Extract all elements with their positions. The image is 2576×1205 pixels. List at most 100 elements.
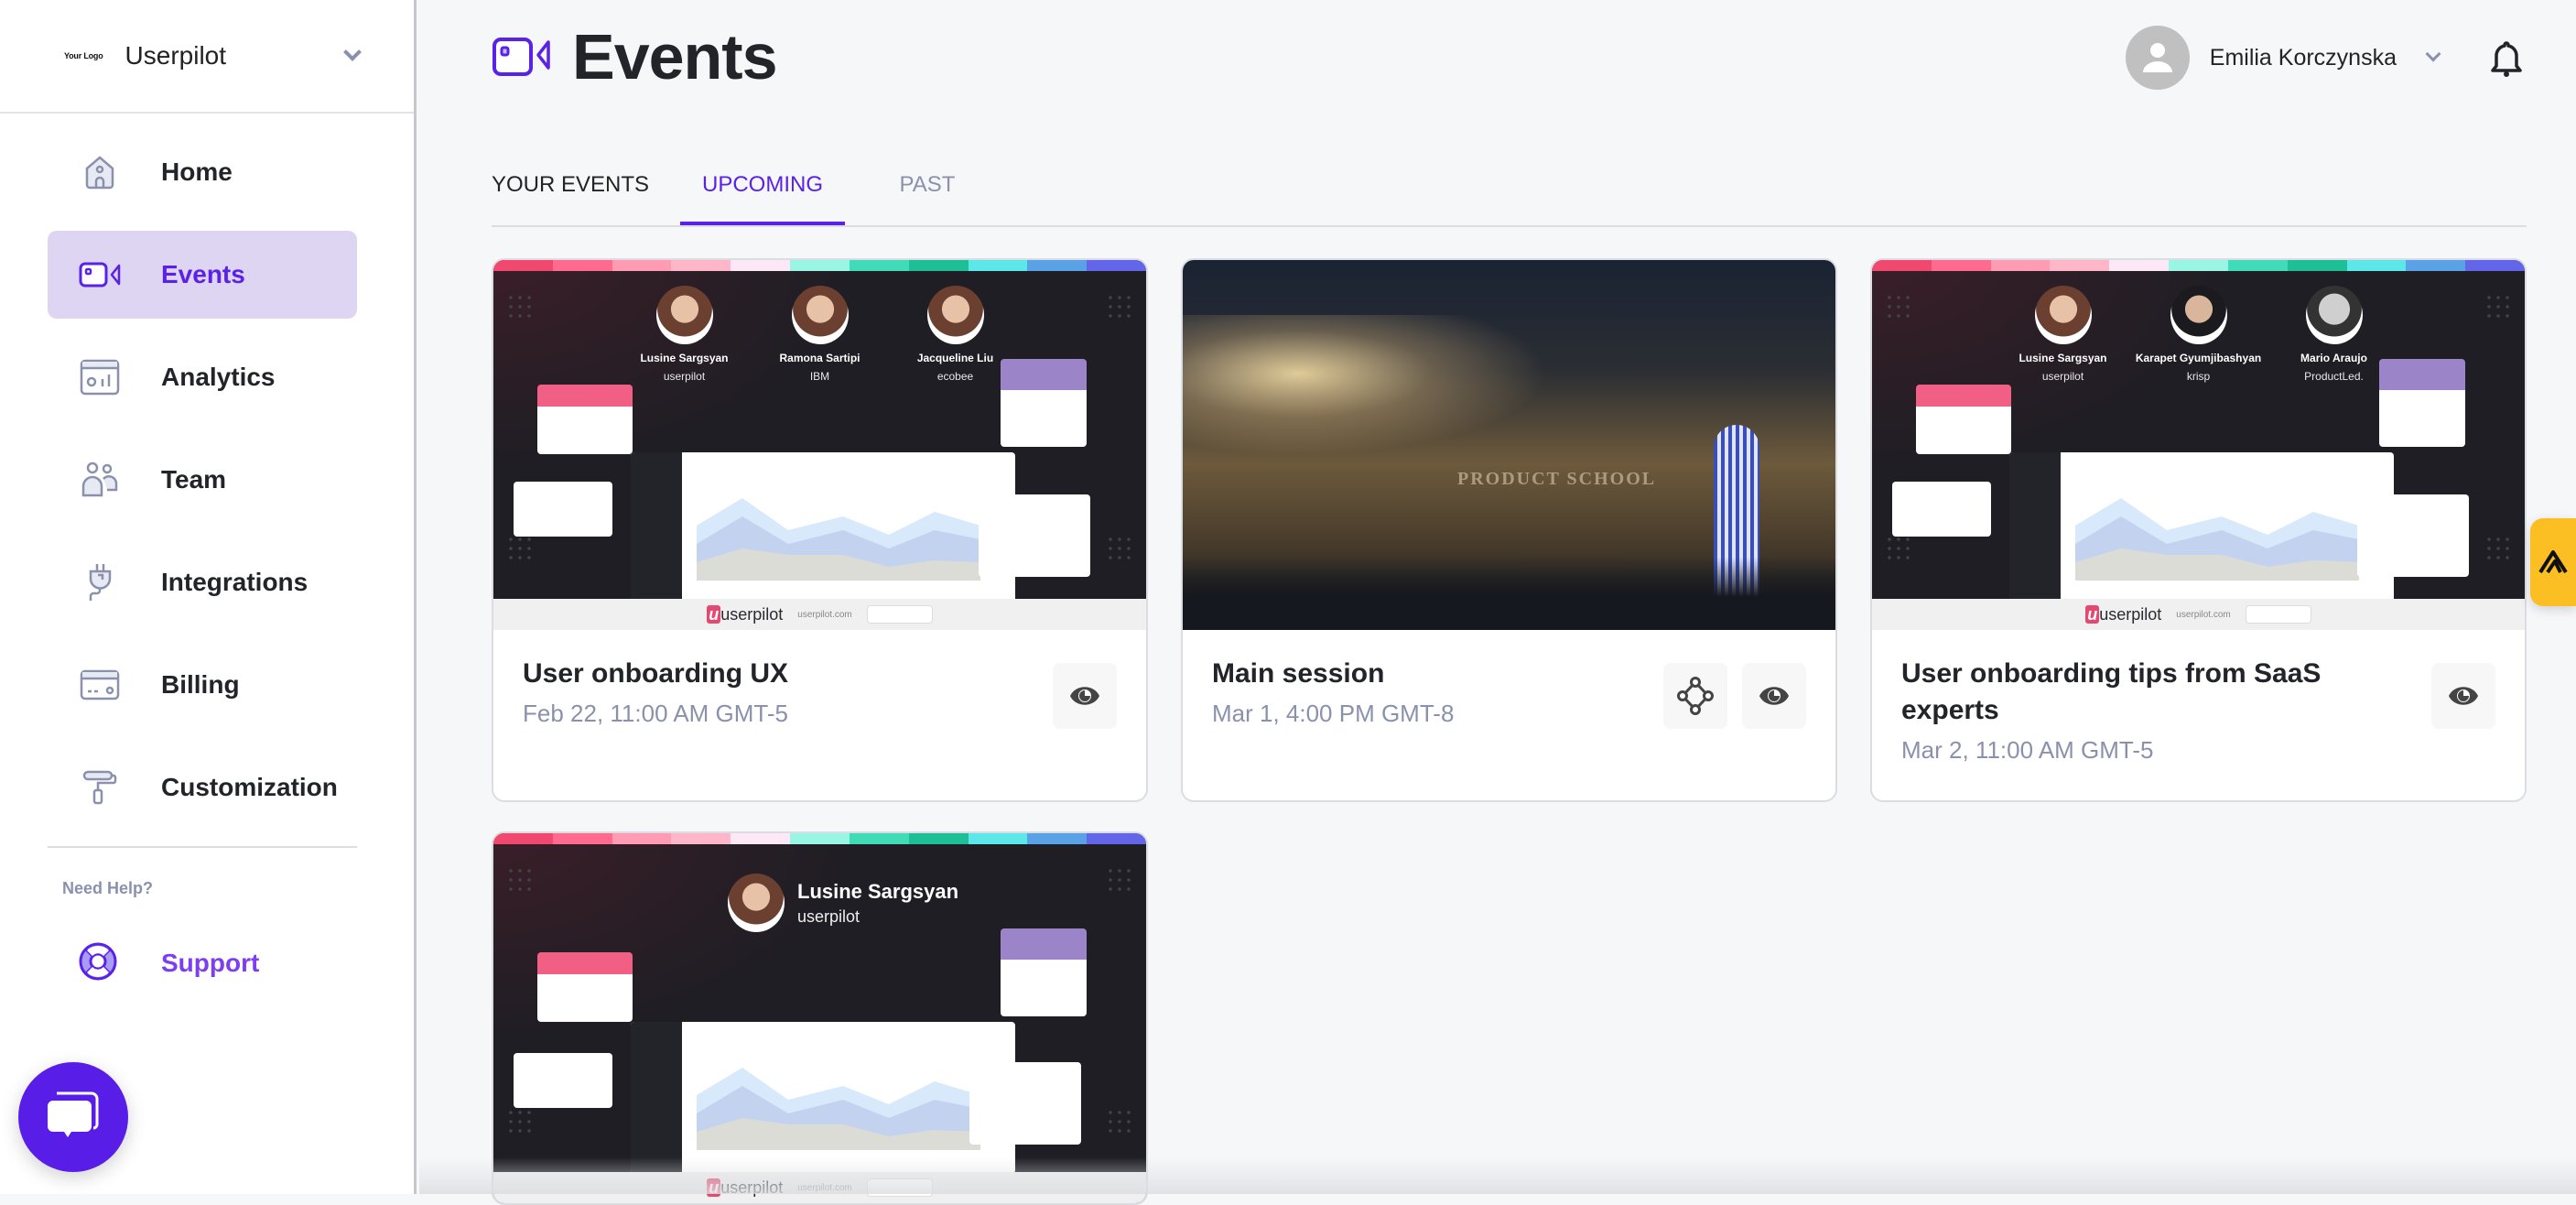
stripe-segment <box>2169 260 2228 271</box>
sidebar-item-customization[interactable]: Customization <box>48 744 357 831</box>
credit-card-icon <box>79 664 121 706</box>
photo-wall-text: PRODUCT SCHOOL <box>1457 469 1656 490</box>
speaker: Lusine Sargsyanuserpilot <box>639 286 731 383</box>
chevron-down-icon[interactable] <box>343 43 362 61</box>
stripe-segment <box>2465 260 2525 271</box>
speaker: Jacqueline Liuecobee <box>910 286 1001 383</box>
stripe-segment <box>1932 260 1991 271</box>
stripe-segment <box>1872 260 1932 271</box>
notifications-bell-icon[interactable] <box>2490 40 2523 83</box>
networking-button[interactable] <box>1663 663 1727 729</box>
network-icon <box>1677 677 1714 715</box>
sidebar-nav: Home Events Analytics Team Integrations <box>48 128 357 846</box>
stripe-segment <box>790 260 850 271</box>
stripe-segment <box>553 833 612 844</box>
event-card[interactable]: PRODUCT SCHOOL Main session Mar 1, 4:00 … <box>1181 258 1837 802</box>
chat-bubbles-icon <box>44 1090 103 1145</box>
eye-icon <box>2447 682 2480 710</box>
user-icon <box>2141 39 2174 76</box>
video-camera-icon <box>79 254 121 296</box>
event-photo: PRODUCT SCHOOL <box>1183 260 1835 630</box>
tab-past[interactable]: PAST <box>845 165 1010 227</box>
speaker: Lusine Sargsyan userpilot <box>728 874 958 932</box>
view-button[interactable] <box>2431 663 2495 729</box>
team-icon <box>79 459 121 501</box>
stripe-segment <box>909 833 969 844</box>
page-header: Events Emilia Korczynska <box>417 0 2576 119</box>
sidebar-item-label: Integrations <box>161 568 308 597</box>
sidebar: Your Logo Userpilot Home Events Analytic… <box>0 0 417 1194</box>
event-card[interactable]: Lusine Sargsyan userpilot uuserpilot use… <box>492 831 1148 1205</box>
support-label: Support <box>161 949 259 978</box>
analytics-icon <box>79 356 121 398</box>
sidebar-item-label: Events <box>161 260 245 289</box>
paint-roller-icon <box>79 766 121 809</box>
sidebar-item-home[interactable]: Home <box>48 128 357 216</box>
stripe-segment <box>909 260 969 271</box>
speaker: Karapet Gyumjibashyankrisp <box>2153 286 2245 383</box>
event-banner-image: Lusine Sargsyanuserpilot Ramona SartipiI… <box>493 260 1146 630</box>
stripe-segment <box>731 260 790 271</box>
sidebar-item-team[interactable]: Team <box>48 436 357 524</box>
stripe-segment <box>553 260 612 271</box>
banner-footer: uuserpilot userpilot.com <box>493 1172 1146 1203</box>
stripe-segment <box>850 833 909 844</box>
view-button[interactable] <box>1053 663 1117 729</box>
brand-mark-icon <box>2538 550 2568 574</box>
stripe-segment <box>969 833 1028 844</box>
event-card[interactable]: Lusine Sargsyanuserpilot Karapet Gyumjib… <box>1870 258 2527 802</box>
banner-footer: uuserpilot userpilot.com <box>1872 599 2525 630</box>
event-title: User onboarding tips from SaaS experts <box>1901 656 2396 729</box>
workspace-switcher[interactable]: Your Logo Userpilot <box>0 0 414 114</box>
chat-launcher-button[interactable] <box>18 1062 128 1172</box>
user-name: Emilia Korczynska <box>2210 45 2397 71</box>
tab-your-events[interactable]: YOUR EVENTS <box>492 165 680 227</box>
side-widget-tab[interactable] <box>2530 518 2576 606</box>
brand-logo: Your Logo <box>64 51 103 60</box>
sidebar-item-label: Billing <box>161 670 240 700</box>
user-menu[interactable]: Emilia Korczynska <box>2126 26 2439 90</box>
stripe-segment <box>2228 260 2288 271</box>
event-date: Feb 22, 11:00 AM GMT-5 <box>523 700 1117 728</box>
tab-upcoming[interactable]: UPCOMING <box>680 165 845 227</box>
home-icon <box>79 151 121 193</box>
sidebar-item-analytics[interactable]: Analytics <box>48 333 357 421</box>
stripe-segment <box>1087 833 1146 844</box>
stripe-segment <box>1027 260 1087 271</box>
color-stripe <box>493 833 1146 844</box>
event-title: Main session <box>1212 656 1706 692</box>
color-stripe <box>493 260 1146 271</box>
event-card[interactable]: Lusine Sargsyanuserpilot Ramona SartipiI… <box>492 258 1148 802</box>
event-tabs: YOUR EVENTS UPCOMING PAST <box>492 165 2527 227</box>
lifebuoy-icon <box>79 942 121 984</box>
chevron-down-icon[interactable] <box>2426 47 2441 62</box>
stripe-segment <box>671 260 731 271</box>
stripe-segment <box>671 833 731 844</box>
page-title: Events <box>492 20 777 93</box>
eye-icon <box>1758 682 1791 710</box>
stripe-segment <box>493 833 553 844</box>
event-banner-image: Lusine Sargsyan userpilot uuserpilot use… <box>493 833 1146 1203</box>
sidebar-item-events[interactable]: Events <box>48 231 357 319</box>
stripe-segment <box>2347 260 2407 271</box>
stripe-segment <box>493 260 553 271</box>
sidebar-item-integrations[interactable]: Integrations <box>48 538 357 626</box>
stripe-segment <box>1991 260 2051 271</box>
stripe-segment <box>2109 260 2169 271</box>
eye-icon <box>1068 682 1101 710</box>
need-help-label: Need Help? <box>62 879 153 898</box>
sidebar-item-support[interactable]: Support <box>48 919 357 1007</box>
sidebar-item-billing[interactable]: Billing <box>48 641 357 729</box>
sidebar-item-label: Analytics <box>161 363 276 392</box>
color-stripe <box>1872 260 2525 271</box>
plug-icon <box>79 561 121 603</box>
video-camera-icon <box>492 37 552 77</box>
avatar <box>2126 26 2190 90</box>
speaker: Mario AraujoProductLed. <box>2289 286 2380 383</box>
stripe-segment <box>969 260 1028 271</box>
stripe-segment <box>850 260 909 271</box>
banner-footer: uuserpilot userpilot.com <box>493 599 1146 630</box>
view-button[interactable] <box>1742 663 1806 729</box>
event-title: User onboarding UX <box>523 656 1017 692</box>
stripe-segment <box>2050 260 2109 271</box>
